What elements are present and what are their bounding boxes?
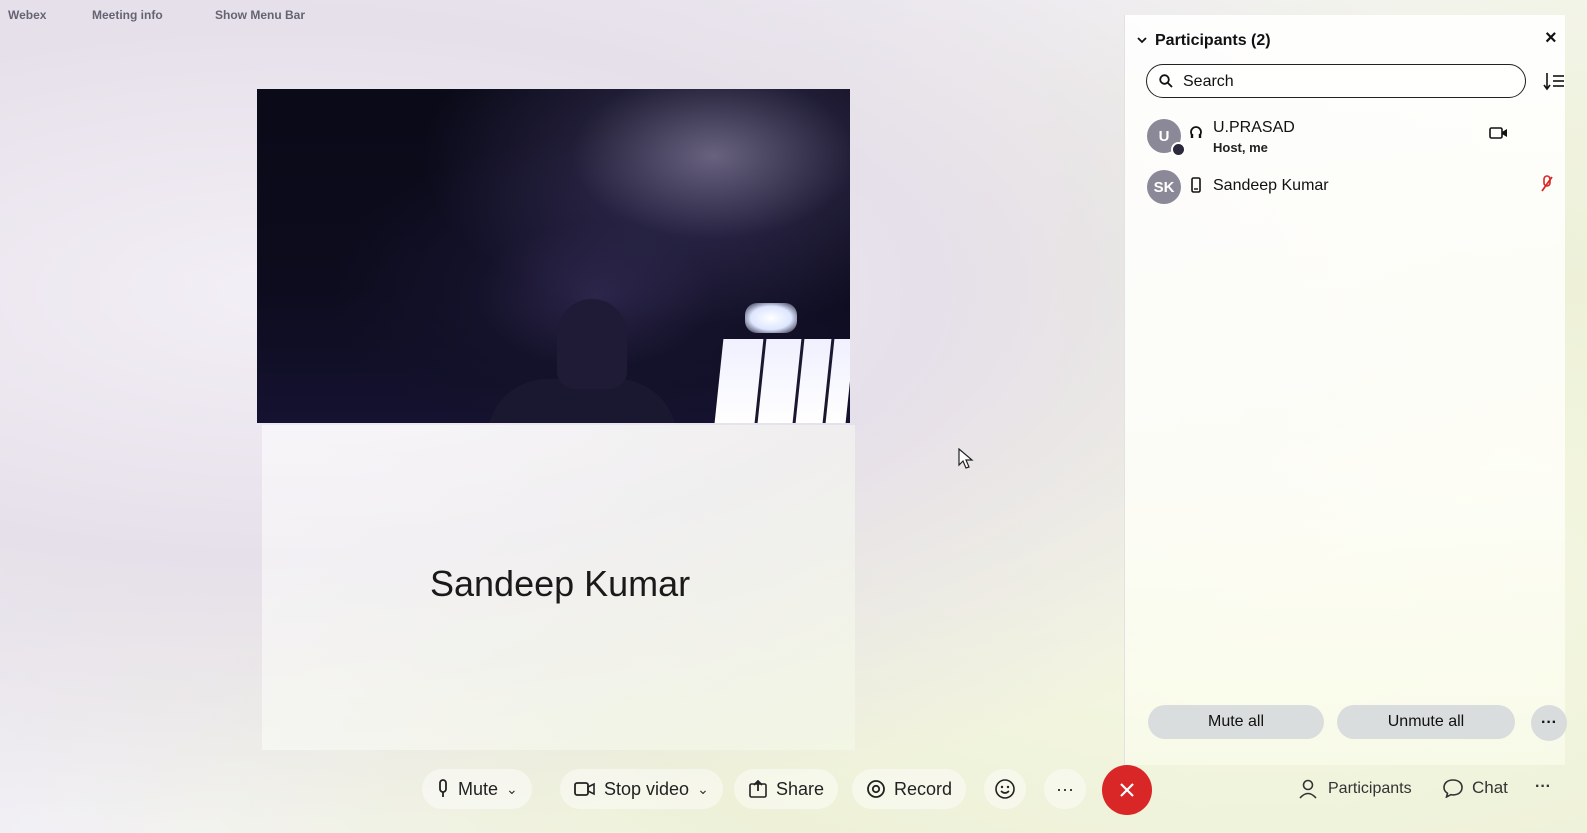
participant-name: U.PRASAD	[1213, 119, 1295, 136]
search-input[interactable]	[1181, 71, 1515, 93]
end-meeting-button[interactable]	[1102, 765, 1152, 815]
participant-role: Host, me	[1213, 140, 1268, 155]
close-icon	[1120, 783, 1134, 797]
computer-audio-icon	[1190, 126, 1202, 138]
record-icon	[867, 780, 885, 798]
mute-label: Mute	[458, 778, 499, 799]
record-button[interactable]: Record	[852, 769, 967, 809]
participant-name: Sandeep Kumar	[1213, 177, 1329, 194]
window-bar	[792, 339, 805, 423]
participant-row[interactable]: U U.PRASAD Host, me	[1145, 114, 1555, 158]
participants-panel: Participants (2) × U U.PRASAD Host, me S…	[1124, 15, 1567, 765]
video-light-source	[745, 303, 797, 333]
sort-list-icon[interactable]	[1543, 71, 1565, 91]
meeting-controls-toolbar: Mute ⌄ Stop video ⌄ Share Record ··· Par…	[0, 760, 1587, 820]
record-label: Record	[894, 778, 953, 799]
chevron-down-icon[interactable]: ⌄	[506, 781, 518, 798]
participants-label: Participants	[1328, 780, 1412, 797]
video-camera-icon	[574, 782, 595, 796]
chevron-down-icon[interactable]: ⌄	[697, 781, 709, 798]
unmute-all-button[interactable]: Unmute all	[1337, 705, 1515, 739]
reactions-button[interactable]	[984, 769, 1026, 809]
chevron-down-icon[interactable]	[1137, 35, 1147, 45]
share-button[interactable]: Share	[734, 769, 839, 809]
app-name[interactable]: Webex	[8, 8, 46, 22]
meeting-info-link[interactable]: Meeting info	[92, 8, 163, 22]
chat-button[interactable]: Chat	[1442, 778, 1508, 798]
overflow-menu-button[interactable]: ···	[1535, 778, 1551, 796]
window-bar	[822, 339, 835, 423]
avatar: SK	[1147, 170, 1181, 204]
microphone-muted-icon	[1541, 175, 1553, 192]
share-label: Share	[776, 778, 825, 799]
more-options-button[interactable]: ···	[1044, 769, 1086, 809]
show-menu-bar-link[interactable]: Show Menu Bar	[215, 8, 305, 22]
stop-video-button[interactable]: Stop video ⌄	[560, 769, 723, 809]
mobile-device-icon	[1191, 177, 1201, 193]
panel-more-options-button[interactable]: ···	[1531, 705, 1567, 741]
participant-row[interactable]: SK Sandeep Kumar	[1145, 165, 1555, 209]
meeting-top-bar: Webex Meeting info Show Menu Bar	[0, 0, 1130, 32]
video-window	[714, 339, 850, 423]
mute-button[interactable]: Mute ⌄	[422, 769, 532, 809]
participant-search[interactable]	[1146, 64, 1526, 98]
self-video-tile	[257, 89, 850, 423]
participant-tile-sandeep: Sandeep Kumar	[262, 425, 855, 750]
mouse-cursor-icon	[958, 448, 974, 469]
share-icon	[749, 780, 767, 798]
close-panel-icon[interactable]: ×	[1545, 27, 1557, 50]
smiley-icon	[995, 779, 1015, 799]
stop-video-label: Stop video	[604, 778, 690, 799]
video-person-head	[557, 299, 627, 389]
status-indicator	[1171, 142, 1186, 157]
mute-all-button[interactable]: Mute all	[1148, 705, 1324, 739]
participant-tile-name: Sandeep Kumar	[430, 563, 691, 604]
search-icon	[1159, 74, 1173, 88]
person-icon	[1299, 779, 1317, 799]
participants-toggle-button[interactable]: Participants	[1298, 778, 1412, 800]
participants-panel-title: Participants (2)	[1155, 32, 1271, 49]
chat-bubble-icon	[1443, 779, 1463, 798]
chat-label: Chat	[1472, 778, 1508, 797]
window-bar	[754, 339, 767, 423]
video-camera-icon	[1489, 127, 1507, 139]
microphone-icon	[439, 779, 447, 797]
